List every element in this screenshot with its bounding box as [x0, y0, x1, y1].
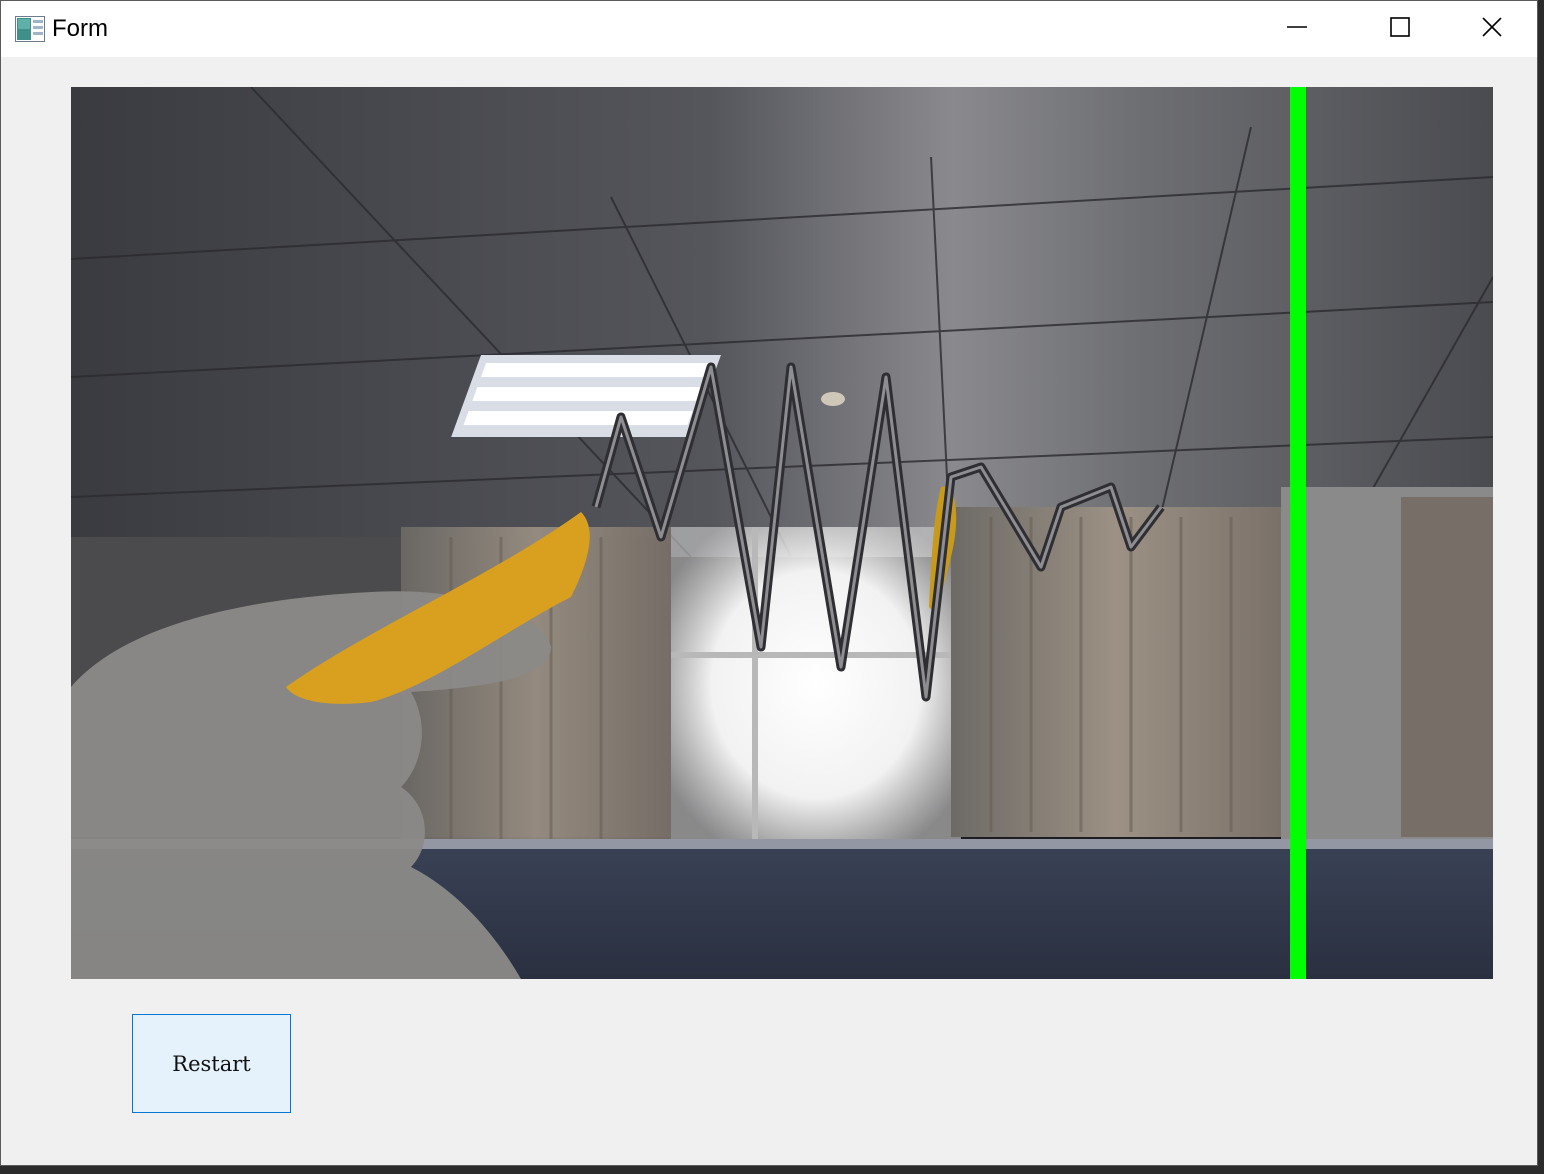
minimize-button[interactable] [1251, 1, 1343, 57]
close-icon [1481, 16, 1503, 43]
camera-frame-image [71, 87, 1493, 979]
title-bar[interactable]: Form [1, 1, 1537, 57]
background-strip-bottom [0, 1166, 1544, 1174]
maximize-icon [1389, 16, 1411, 43]
form-app-icon [15, 16, 45, 42]
close-button[interactable] [1446, 1, 1538, 57]
window-title: Form [52, 15, 108, 42]
minimize-icon [1286, 16, 1308, 43]
form-window: Form Restart [0, 0, 1538, 1166]
green-marker-line [1290, 87, 1306, 979]
restart-button[interactable]: Restart [132, 1014, 291, 1113]
background-strip-right [1538, 0, 1544, 1174]
maximize-button[interactable] [1354, 1, 1446, 57]
camera-view [71, 87, 1493, 979]
